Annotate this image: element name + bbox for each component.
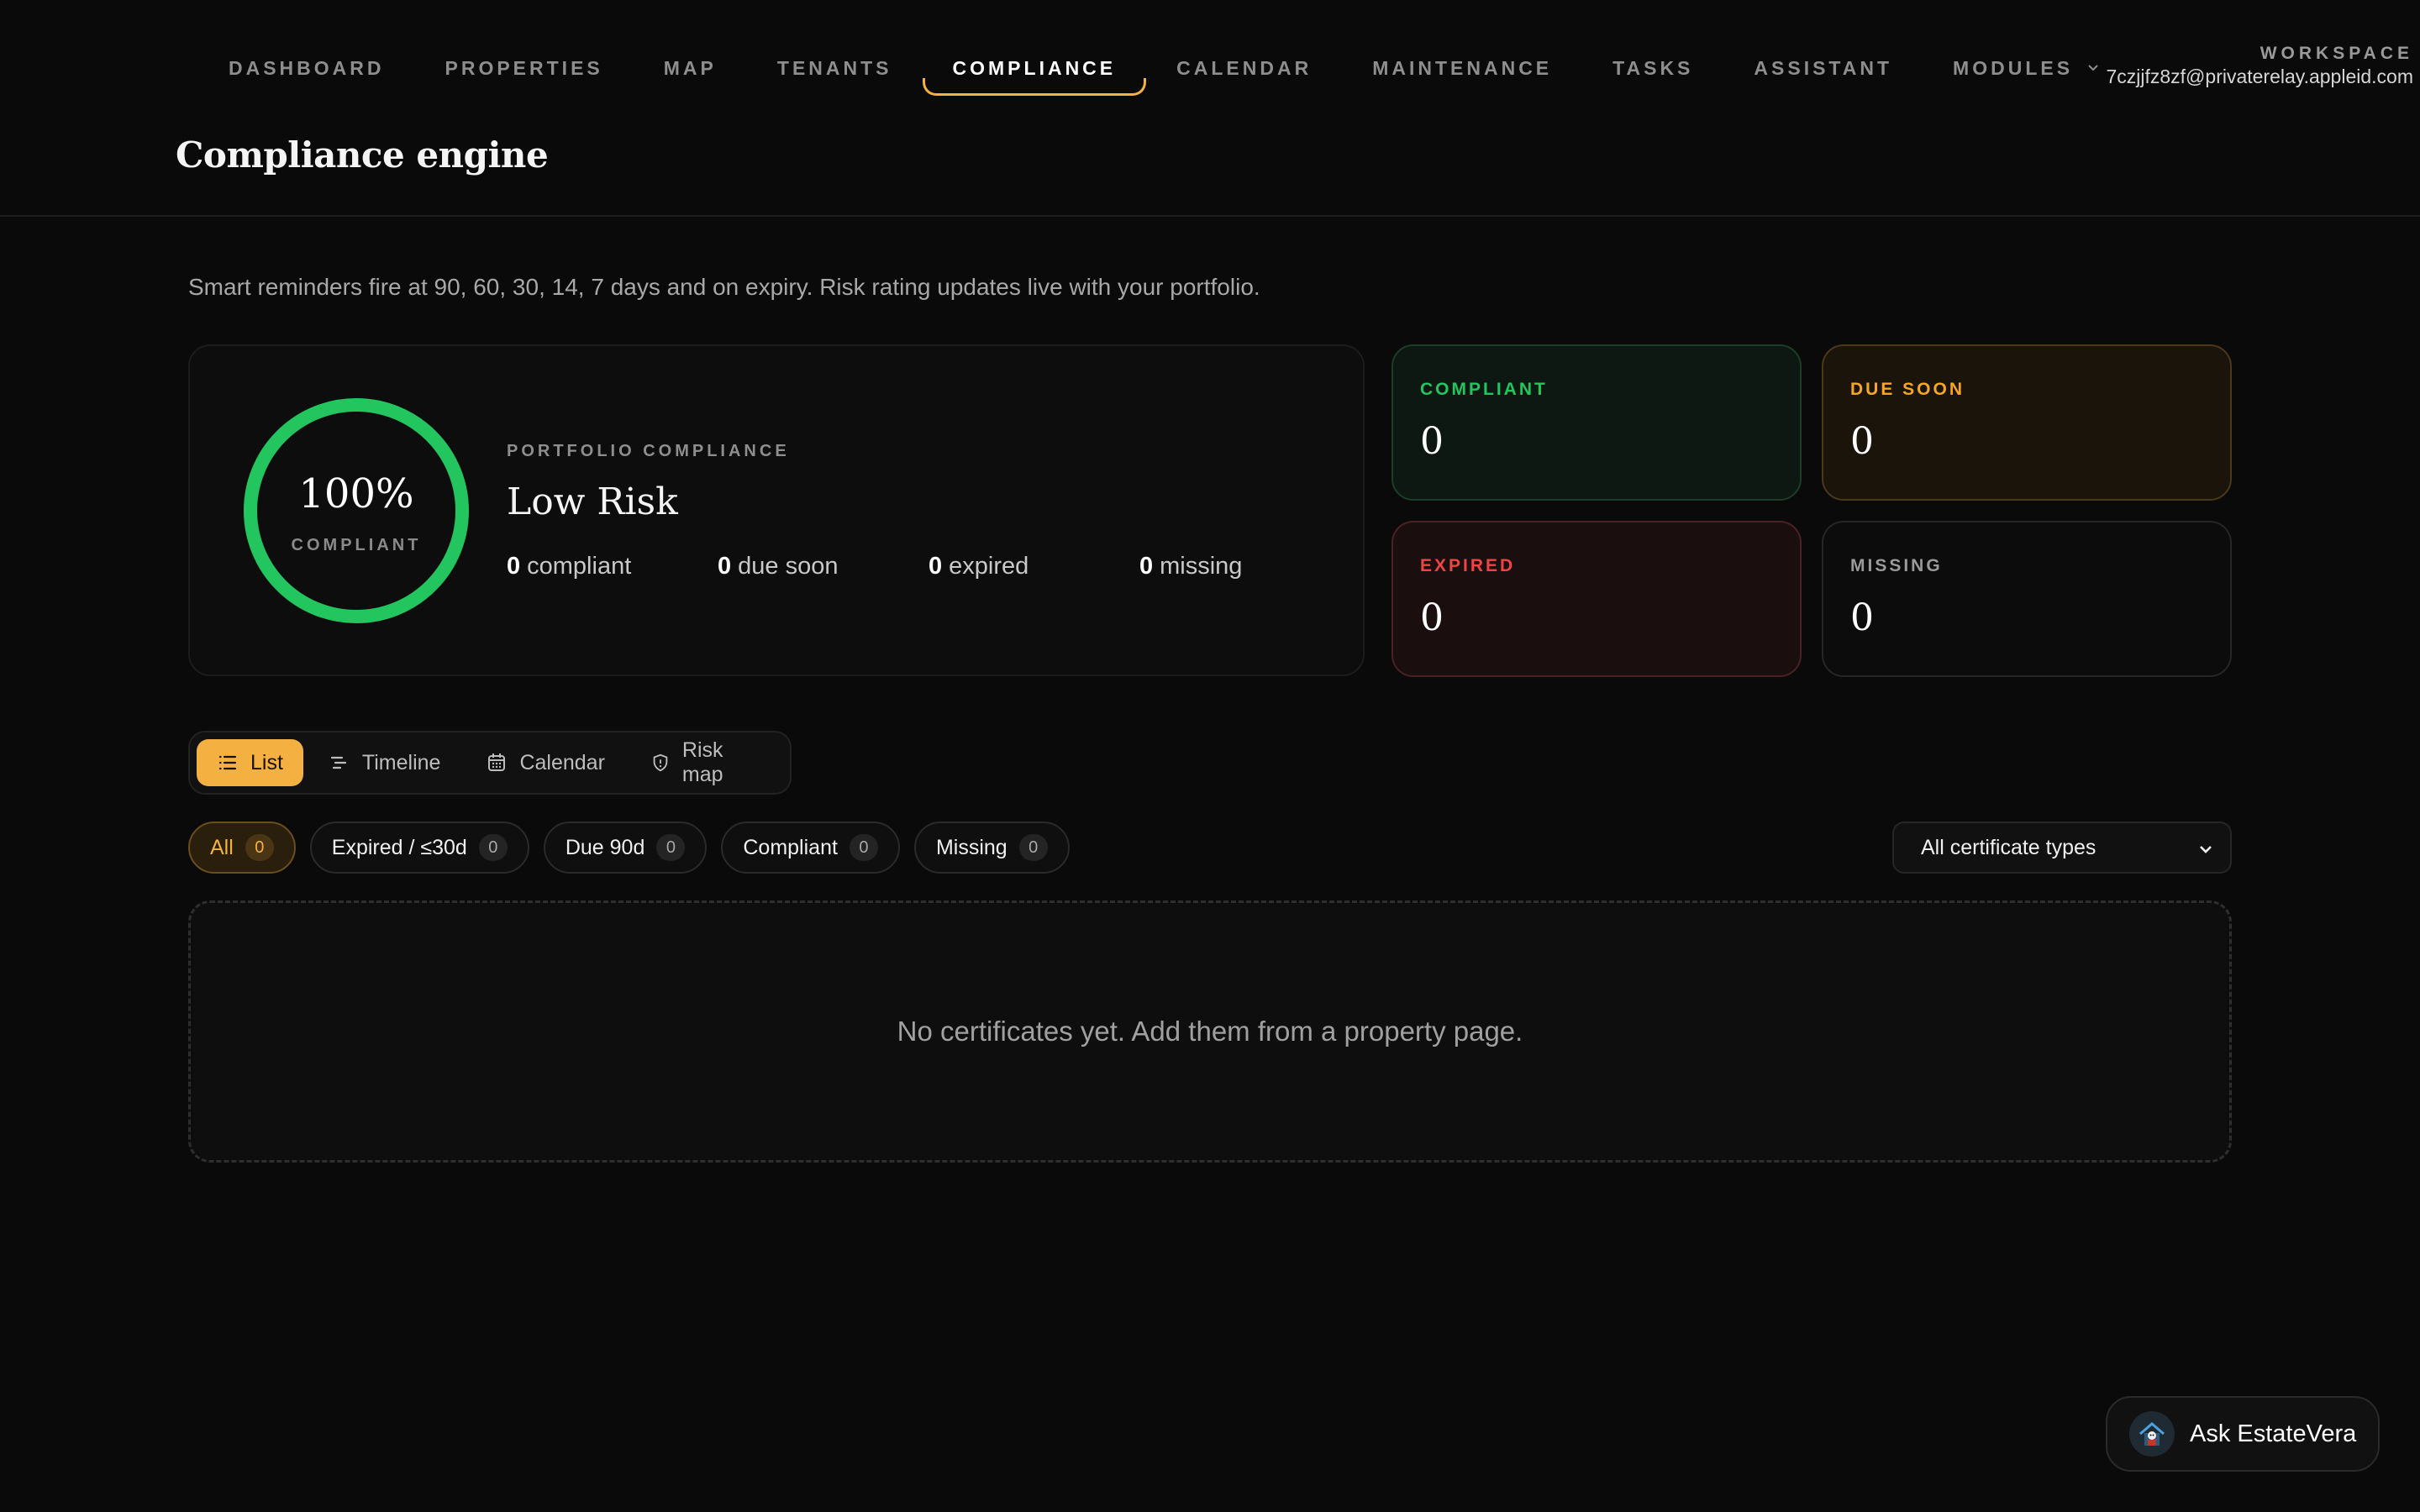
portfolio-compliance-label: PORTFOLIO COMPLIANCE xyxy=(507,442,790,460)
filter-missing[interactable]: Missing 0 xyxy=(913,822,1070,874)
ask-assistant-button[interactable]: Ask EstateVera xyxy=(2106,1396,2380,1472)
nav-item-map[interactable]: MAP xyxy=(634,44,747,92)
tile-value: 0 xyxy=(1420,596,1444,639)
view-risk-map-button[interactable]: Risk map xyxy=(630,738,783,786)
risk-rating: Low Risk xyxy=(507,480,678,523)
stat-value: 0 xyxy=(929,553,943,580)
empty-state: No certificates yet. Add them from a pro… xyxy=(188,900,2232,1163)
page-header: Compliance engine xyxy=(0,126,2420,217)
filter-all[interactable]: All 0 xyxy=(188,822,296,874)
workspace-label: WORKSPACE xyxy=(2260,44,2413,63)
view-timeline-label: Timeline xyxy=(361,750,441,774)
nav-item-compliance[interactable]: COMPLIANCE xyxy=(922,44,1147,96)
nav-item-assistant[interactable]: ASSISTANT xyxy=(1723,44,1923,92)
assistant-avatar xyxy=(2129,1411,2175,1457)
filter-label: Expired / ≤30d xyxy=(331,835,467,859)
stat-row: 0 compliant 0 due soon 0 expired 0 missing xyxy=(507,553,1350,580)
filter-expired-30d[interactable]: Expired / ≤30d 0 xyxy=(309,822,529,874)
stat-label: compliant xyxy=(527,553,632,580)
stat-value: 0 xyxy=(718,553,732,580)
nav-item-modules[interactable]: MODULES xyxy=(1923,44,2132,92)
portfolio-compliance-card: 100% COMPLIANT PORTFOLIO COMPLIANCE Low … xyxy=(188,344,1365,676)
empty-state-message: No certificates yet. Add them from a pro… xyxy=(897,1016,1523,1047)
filter-count: 0 xyxy=(245,834,274,861)
nav-item-tenants[interactable]: TENANTS xyxy=(747,44,923,92)
timeline-icon xyxy=(330,756,347,769)
filter-label: Missing xyxy=(935,835,1007,859)
certificate-type-select[interactable]: All certificate types xyxy=(1892,822,2232,874)
filter-label: Due 90d xyxy=(565,835,645,859)
nav-item-properties[interactable]: PROPERTIES xyxy=(415,44,634,92)
tile-value: 0 xyxy=(1420,420,1444,463)
stat-label: due soon xyxy=(738,553,839,580)
view-switcher: List Timeline Calendar Risk map xyxy=(188,731,792,795)
tile-label: EXPIRED xyxy=(1420,556,1516,575)
nav-menu: DASHBOARD PROPERTIES MAP TENANTS COMPLIA… xyxy=(198,44,2132,96)
workspace-email: 7czjjfz8zf@privaterelay.appleid.com xyxy=(2106,66,2413,87)
filter-label: Compliant xyxy=(743,835,838,859)
chevron-down-icon xyxy=(2200,846,2212,853)
tile-label: MISSING xyxy=(1850,556,1943,575)
stat-value: 0 xyxy=(507,553,521,580)
tile-value: 0 xyxy=(1850,420,1874,463)
tile-compliant[interactable]: COMPLIANT 0 xyxy=(1392,344,1802,501)
view-timeline-button[interactable]: Timeline xyxy=(308,739,461,786)
stat-label: expired xyxy=(949,553,1029,580)
chevron-down-icon xyxy=(2088,65,2098,71)
list-icon xyxy=(218,755,237,770)
view-list-button[interactable]: List xyxy=(197,739,303,786)
tile-value: 0 xyxy=(1850,596,1874,639)
shield-icon xyxy=(653,753,668,772)
view-calendar-label: Calendar xyxy=(519,750,605,774)
filter-count: 0 xyxy=(849,834,878,861)
tile-due-soon[interactable]: DUE SOON 0 xyxy=(1822,344,2232,501)
tile-label: DUE SOON xyxy=(1850,380,1965,399)
filter-due-90d[interactable]: Due 90d 0 xyxy=(543,822,708,874)
view-risk-map-label: Risk map xyxy=(681,738,723,786)
top-navigation: DASHBOARD PROPERTIES MAP TENANTS COMPLIA… xyxy=(0,0,2420,126)
stat-due-soon: 0 due soon xyxy=(718,553,929,580)
workspace-switcher[interactable]: WORKSPACE 7czjjfz8zf@privaterelay.applei… xyxy=(2106,44,2413,88)
page-subtitle: Smart reminders fire at 90, 60, 30, 14, … xyxy=(188,274,1260,300)
house-icon xyxy=(2139,1422,2165,1446)
stat-missing: 0 missing xyxy=(1139,553,1350,580)
page-title: Compliance engine xyxy=(176,134,549,176)
filter-chips: All 0 Expired / ≤30d 0 Due 90d 0 Complia… xyxy=(188,822,1070,874)
compliance-percent: 100% xyxy=(298,470,414,517)
ask-assistant-label: Ask EstateVera xyxy=(2190,1420,2357,1447)
filter-compliant[interactable]: Compliant 0 xyxy=(721,822,900,874)
nav-item-dashboard[interactable]: DASHBOARD xyxy=(198,44,415,92)
nav-item-modules-label: MODULES xyxy=(1953,56,2074,79)
view-list-label: List xyxy=(250,750,283,774)
stat-value: 0 xyxy=(1139,553,1154,580)
filter-label: All xyxy=(210,835,234,859)
stat-label: missing xyxy=(1160,553,1243,580)
tile-label: COMPLIANT xyxy=(1420,380,1548,399)
compliance-ring-label: COMPLIANT xyxy=(291,536,422,554)
filter-count: 0 xyxy=(478,834,508,861)
certificate-type-value: All certificate types xyxy=(1921,835,2096,859)
filter-count: 0 xyxy=(656,834,686,861)
stat-expired: 0 expired xyxy=(929,553,1139,580)
nav-item-tasks[interactable]: TASKS xyxy=(1582,44,1723,92)
stat-compliant: 0 compliant xyxy=(507,553,718,580)
view-calendar-button[interactable]: Calendar xyxy=(466,739,624,786)
nav-item-calendar[interactable]: CALENDAR xyxy=(1146,44,1342,92)
calendar-icon xyxy=(488,753,506,771)
tile-expired[interactable]: EXPIRED 0 xyxy=(1392,521,1802,677)
filter-count: 0 xyxy=(1018,834,1048,861)
nav-item-maintenance[interactable]: MAINTENANCE xyxy=(1342,44,1582,92)
tile-missing[interactable]: MISSING 0 xyxy=(1822,521,2232,677)
